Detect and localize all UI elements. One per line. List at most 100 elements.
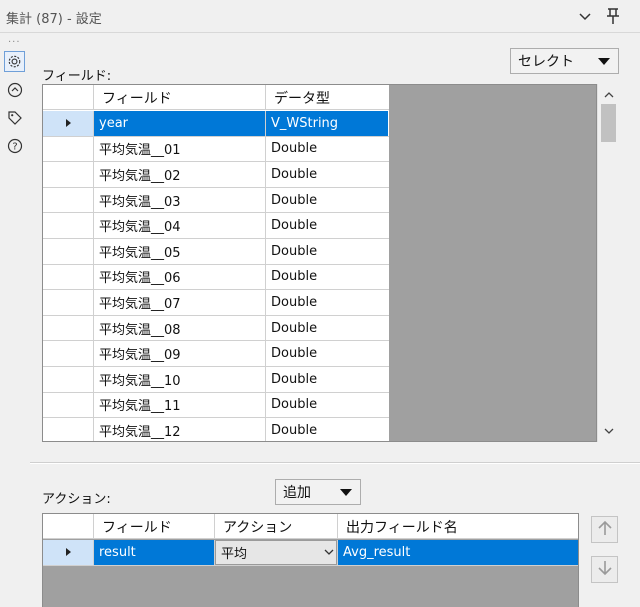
field-row[interactable]: 平均気温__07 Double [43,290,389,316]
row-header[interactable] [43,392,94,418]
select-dropdown[interactable]: セレクト [510,48,619,74]
action-select-value: 平均 [221,546,248,562]
arrow-down-icon [596,559,614,581]
title-bar: 集計 (87) - 設定 [0,0,640,33]
menu-dots[interactable]: ... [8,34,21,45]
fields-label: フィールド: [42,69,112,84]
tag-icon[interactable] [4,107,25,128]
field-row[interactable]: 平均気温__08 Double [43,315,389,342]
row-header[interactable] [43,162,94,187]
row-header[interactable] [43,213,94,238]
field-type-cell[interactable]: Double [266,316,388,341]
rules-icon[interactable] [4,79,25,100]
row-header[interactable] [43,367,94,392]
field-row[interactable]: 平均気温__01 Double [43,136,389,163]
fields-grid[interactable]: フィールド データ型 year V_WString 平均気温__01 Double 平均… [42,84,597,442]
actions-label: アクション: [42,492,111,507]
field-type-cell[interactable]: Double [266,137,388,162]
field-row[interactable]: 平均気温__04 Double [43,213,389,239]
action-row-output[interactable]: Avg_result [338,540,578,565]
field-row[interactable]: year V_WString [43,111,389,137]
pin-icon[interactable] [602,5,624,27]
add-dropdown[interactable]: 追加 [275,479,361,505]
field-name-cell[interactable]: 平均気温__05 [94,239,266,264]
field-type-cell[interactable]: V_WString [266,111,388,136]
field-row[interactable]: 平均気温__09 Double [43,341,389,367]
move-up-button[interactable] [591,516,618,543]
field-row[interactable]: 平均気温__06 Double [43,264,389,291]
field-row[interactable]: 平均気温__12 Double [43,418,389,441]
select-dropdown-label: セレクト [518,54,574,70]
dropdown-arrow-icon [340,489,352,496]
field-row[interactable]: 平均気温__10 Double [43,367,389,393]
header-type[interactable]: データ型 [266,85,388,110]
action-row[interactable]: result 平均 Avg_result [43,540,578,566]
move-down-button[interactable] [591,556,618,583]
current-row-icon [65,548,71,557]
chevron-down-icon[interactable] [574,5,596,27]
field-type-cell[interactable]: Double [266,265,388,290]
field-type-cell[interactable]: Double [266,188,388,213]
header-action-field[interactable]: フィールド [94,514,215,539]
field-row[interactable]: 平均気温__11 Double [43,392,389,419]
window-title: 集計 (87) - 設定 [6,12,102,27]
field-type-cell[interactable]: Double [266,393,388,418]
fields-grid-body: フィールド データ型 year V_WString 平均気温__01 Double 平均… [43,85,389,441]
row-header[interactable] [43,418,94,441]
actions-grid-header: フィールド アクション 出力フィールド名 [43,514,578,539]
field-row[interactable]: 平均気温__02 Double [43,162,389,188]
svg-text:?: ? [12,141,17,152]
field-name-cell[interactable]: 平均気温__01 [94,136,266,162]
field-type-cell[interactable]: Double [266,367,388,392]
field-name-cell[interactable]: 平均気温__11 [94,392,266,418]
row-header[interactable] [43,341,94,366]
field-name-cell[interactable]: 平均気温__03 [94,187,266,213]
row-header[interactable] [43,290,94,315]
action-row-action-cell[interactable]: 平均 [215,540,338,565]
field-name-cell[interactable]: 平均気温__12 [94,418,266,441]
field-type-cell[interactable]: Double [266,162,388,187]
field-name-cell[interactable]: year [94,111,266,136]
field-type-cell[interactable]: Double [266,290,388,315]
scroll-thumb[interactable] [601,104,616,142]
header-output-name[interactable]: 出力フィールド名 [338,514,578,539]
field-name-cell[interactable]: 平均気温__09 [94,341,266,366]
chevron-down-icon[interactable] [324,545,334,560]
row-header[interactable] [43,111,94,136]
row-header[interactable] [43,315,94,341]
scroll-up-icon[interactable] [598,86,619,104]
gear-icon[interactable] [4,51,25,72]
field-type-cell[interactable]: Double [266,341,388,366]
field-type-cell[interactable]: Double [266,239,388,264]
actions-grid[interactable]: フィールド アクション 出力フィールド名 result 平均 Avg_resul… [42,513,579,607]
header-field[interactable]: フィールド [94,85,266,110]
section-divider [30,462,640,464]
action-row-field[interactable]: result [94,540,215,565]
field-type-cell[interactable]: Double [266,213,388,238]
field-name-cell[interactable]: 平均気温__10 [94,367,266,392]
header-corner [43,85,94,110]
header-corner [43,514,94,539]
field-name-cell[interactable]: 平均気温__07 [94,290,266,315]
row-header[interactable] [43,136,94,162]
fields-scrollbar[interactable] [597,84,619,442]
field-row[interactable]: 平均気温__03 Double [43,187,389,214]
field-name-cell[interactable]: 平均気温__06 [94,264,266,290]
row-header[interactable] [43,264,94,290]
action-select[interactable]: 平均 [215,540,337,565]
row-header[interactable] [43,239,94,264]
field-name-cell[interactable]: 平均気温__08 [94,315,266,341]
add-dropdown-label: 追加 [283,485,311,501]
field-type-cell[interactable]: Double [266,418,388,441]
row-header[interactable] [43,540,94,565]
field-name-cell[interactable]: 平均気温__04 [94,213,266,238]
current-row-icon [65,119,71,128]
field-row[interactable]: 平均気温__05 Double [43,239,389,265]
fields-grid-header: フィールド データ型 [43,85,389,110]
header-action[interactable]: アクション [215,514,338,539]
field-name-cell[interactable]: 平均気温__02 [94,162,266,187]
scroll-down-icon[interactable] [598,422,619,440]
help-icon[interactable]: ? [4,135,25,156]
arrow-up-icon [596,519,614,541]
row-header[interactable] [43,187,94,213]
